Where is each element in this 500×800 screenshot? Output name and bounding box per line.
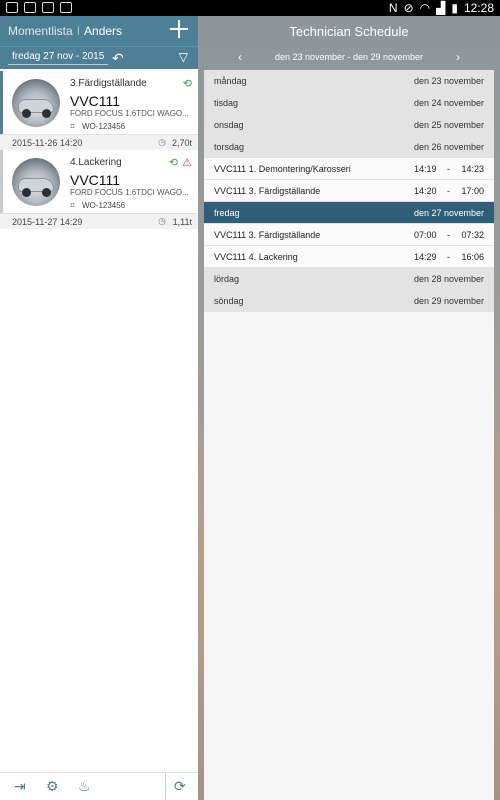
signal-icon: ▟ bbox=[436, 1, 446, 15]
task-model: FORD FOCUS 1.6TDCI WAGO... bbox=[70, 109, 189, 118]
task-card[interactable]: 3.Färdigställande ⟲ VVC111 FORD FOCUS 1.… bbox=[0, 71, 198, 150]
task-model: FORD FOCUS 1.6TDCI WAGO... bbox=[70, 188, 189, 197]
add-button[interactable] bbox=[168, 18, 190, 40]
time-dash: - bbox=[447, 230, 450, 240]
day-name: fredag bbox=[214, 208, 240, 218]
warning-icon: ⚠ bbox=[182, 157, 192, 169]
schedule-list: måndag den 23 november tisdag den 24 nov… bbox=[204, 70, 494, 800]
mute-icon: ⊘ bbox=[403, 1, 414, 15]
vehicle-avatar bbox=[12, 158, 60, 206]
clock-icon: ◷ bbox=[158, 137, 166, 147]
clock-icon: ◷ bbox=[158, 216, 166, 226]
day-name: lördag bbox=[214, 274, 240, 284]
job-label: VVC111 1. Demontering/Karosseri bbox=[214, 164, 351, 174]
wifi-icon: ◠ bbox=[419, 1, 431, 15]
job-row[interactable]: VVC111 1. Demontering/Karosseri 14:19 - … bbox=[204, 158, 494, 180]
tag-icon: ⌗ bbox=[70, 121, 76, 131]
battery-icon: ▮ bbox=[451, 1, 458, 15]
time-dash: - bbox=[447, 164, 450, 174]
tag-icon: ⌗ bbox=[70, 200, 76, 210]
task-list-toolbar: fredag 27 nov - 2015 ↶ ▽ bbox=[0, 46, 198, 69]
day-date: den 28 november bbox=[413, 274, 484, 284]
task-plate: VVC111 bbox=[70, 93, 121, 109]
bag-icon bbox=[60, 2, 72, 13]
refresh-icon[interactable]: ⟳ bbox=[174, 778, 186, 795]
job-label: VVC111 4. Lackering bbox=[214, 252, 298, 262]
task-datetime: 2015-11-26 14:20 bbox=[12, 138, 83, 148]
day-date: den 27 november bbox=[413, 208, 484, 218]
day-row[interactable]: tisdag den 24 november bbox=[204, 92, 494, 114]
day-name: måndag bbox=[214, 76, 247, 86]
task-footer: 2015-11-26 14:20 ◷ 2,70t bbox=[0, 134, 198, 150]
job-row[interactable]: VVC111 3. Färdigställande 07:00 - 07:32 bbox=[204, 224, 494, 246]
day-name: torsdag bbox=[214, 142, 245, 152]
job-row[interactable]: VVC111 3. Färdigställande 14:20 - 17:00 bbox=[204, 180, 494, 202]
sync-status-icon: ⟲ bbox=[168, 157, 178, 169]
day-date: den 29 november bbox=[413, 296, 484, 306]
day-row[interactable]: lördag den 28 november bbox=[204, 268, 494, 290]
schedule-title: Technician Schedule bbox=[289, 24, 409, 39]
cleaning-icon[interactable]: ♨ bbox=[78, 778, 91, 795]
day-row[interactable]: torsdag den 26 november bbox=[204, 136, 494, 158]
date-picker-button[interactable]: fredag 27 nov - 2015 bbox=[8, 51, 109, 65]
day-date: den 25 november bbox=[413, 120, 484, 130]
task-list-pane: Momentlista I Anders fredag 27 nov - 201… bbox=[0, 16, 198, 800]
week-range: den 23 november - den 29 november bbox=[274, 52, 424, 62]
vehicle-avatar bbox=[12, 79, 60, 127]
chevron-right-icon[interactable]: › bbox=[456, 50, 460, 64]
task-workorder: WO-123456 bbox=[82, 122, 126, 131]
day-date: den 24 november bbox=[413, 98, 484, 108]
day-row[interactable]: måndag den 23 november bbox=[204, 70, 494, 92]
job-start: 14:19 bbox=[414, 164, 437, 174]
job-start: 14:20 bbox=[414, 186, 437, 196]
task-duration: 2,70t bbox=[171, 138, 192, 148]
status-bar: N ⊘ ◠ ▟ ▮ 12:28 bbox=[0, 0, 500, 16]
time-dash: - bbox=[447, 186, 450, 196]
toolbar-divider bbox=[165, 773, 166, 800]
job-label: VVC111 3. Färdigställande bbox=[214, 186, 321, 196]
sync-status-icon: ⟲ bbox=[182, 78, 192, 90]
filter-icon[interactable]: ▽ bbox=[179, 50, 188, 64]
task-card[interactable]: 4.Lackering ⟲ ⚠ VVC111 FORD FOCUS 1.6TDC… bbox=[0, 150, 198, 229]
clock: 12:28 bbox=[463, 1, 494, 15]
gear-icon[interactable]: ⚙ bbox=[46, 778, 59, 795]
day-row[interactable]: onsdag den 25 november bbox=[204, 114, 494, 136]
job-label: VVC111 3. Färdigställande bbox=[214, 230, 321, 240]
schedule-pane: Technician Schedule ‹ den 23 november - … bbox=[198, 16, 500, 800]
day-date: den 23 november bbox=[413, 76, 484, 86]
job-end: 14:23 bbox=[461, 164, 484, 174]
week-navigator: ‹ den 23 november - den 29 november › bbox=[198, 50, 500, 66]
day-row-selected[interactable]: fredag den 27 november bbox=[204, 202, 494, 224]
task-plate: VVC111 bbox=[70, 172, 121, 188]
image-icon bbox=[42, 2, 54, 13]
task-datetime: 2015-11-27 14:29 bbox=[12, 217, 83, 227]
task-list-header: Momentlista I Anders bbox=[0, 16, 198, 46]
task-step: 4.Lackering bbox=[70, 157, 122, 168]
logout-icon[interactable]: ⇥ bbox=[14, 778, 26, 795]
image-icon bbox=[24, 2, 36, 13]
job-row[interactable]: VVC111 4. Lackering 14:29 - 16:06 bbox=[204, 246, 494, 268]
job-end: 17:00 bbox=[461, 186, 484, 196]
day-name: tisdag bbox=[214, 98, 239, 108]
job-end: 07:32 bbox=[461, 230, 484, 240]
user-name[interactable]: Anders bbox=[84, 24, 122, 38]
time-dash: - bbox=[447, 252, 450, 262]
usb-icon bbox=[6, 2, 18, 13]
task-footer: 2015-11-27 14:29 ◷ 1,11t bbox=[0, 213, 198, 229]
title-separator: I bbox=[76, 24, 81, 38]
job-start: 14:29 bbox=[414, 252, 437, 262]
job-start: 07:00 bbox=[414, 230, 437, 240]
page-title: Momentlista bbox=[8, 24, 73, 38]
day-name: söndag bbox=[214, 296, 244, 306]
day-name: onsdag bbox=[214, 120, 244, 130]
day-row[interactable]: söndag den 29 november bbox=[204, 290, 494, 312]
task-workorder: WO-123456 bbox=[82, 201, 126, 210]
task-duration: 1,11t bbox=[172, 217, 192, 227]
task-step: 3.Färdigställande bbox=[70, 78, 147, 89]
day-date: den 26 november bbox=[413, 142, 484, 152]
job-end: 16:06 bbox=[461, 252, 484, 262]
undo-icon[interactable]: ↶ bbox=[112, 50, 124, 67]
bottom-toolbar: ⇥ ⚙ ♨ ⟳ bbox=[0, 772, 198, 800]
nfc-icon: N bbox=[388, 1, 398, 15]
